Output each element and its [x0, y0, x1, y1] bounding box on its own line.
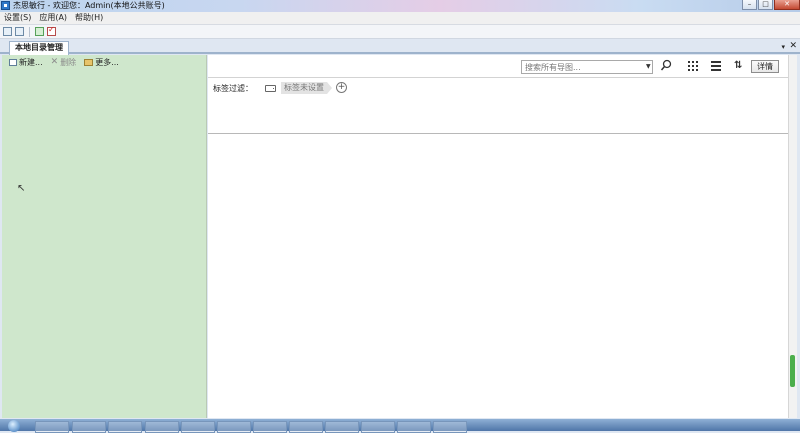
cursor-icon: ↖ — [17, 183, 26, 194]
menu-bar: 设置(S) 应用(A) 帮助(H) — [0, 12, 800, 25]
sort-icon[interactable]: ⇅ — [734, 60, 742, 71]
minimize-button[interactable]: – — [742, 0, 757, 10]
tag-filter-label: 标签过滤： — [213, 84, 253, 93]
directory-toolbar: 新建... ✕ 删除 更多... — [2, 55, 206, 69]
directory-panel: 新建... ✕ 删除 更多... ↖ — [2, 55, 207, 418]
map-list-panel: ▼ ⇅ 详情 标签过滤： 标签未设置 + — [208, 55, 788, 418]
taskbar-app-2[interactable] — [72, 421, 106, 433]
scroll-thumb[interactable] — [790, 355, 795, 387]
more-icon — [84, 58, 94, 66]
menu-apps[interactable]: 应用(A) — [35, 12, 71, 24]
toolbar-separator — [29, 26, 30, 37]
folder-icon[interactable] — [3, 27, 12, 36]
app-icon — [1, 1, 10, 10]
delete-label: 删除 — [60, 57, 77, 67]
detail-button[interactable]: 详情 — [751, 60, 779, 73]
delete-button[interactable]: ✕ 删除 — [51, 57, 77, 68]
taskbar-app-8[interactable] — [289, 421, 323, 433]
tab-bar: 本地目录管理 ▾ ✕ — [0, 40, 800, 55]
tag-filter-chip[interactable]: 标签未设置 — [281, 82, 332, 94]
menu-help[interactable]: 帮助(H) — [71, 12, 107, 24]
new-file-icon — [9, 58, 17, 66]
main-toolbar — [0, 25, 800, 39]
tag-filter-row: 标签过滤： 标签未设置 + — [208, 82, 788, 96]
maximize-button[interactable]: □ — [758, 0, 773, 10]
search-icon[interactable] — [660, 59, 672, 72]
taskbar-app-10[interactable] — [361, 421, 395, 433]
taskbar-app-11[interactable] — [397, 421, 431, 433]
export-icon[interactable] — [35, 27, 44, 36]
filter-divider — [208, 133, 788, 134]
search-dropdown-icon[interactable]: ▼ — [646, 63, 651, 70]
taskbar-app-12[interactable] — [433, 421, 467, 433]
taskbar-app-1[interactable] — [35, 421, 69, 433]
check-icon[interactable] — [47, 25, 56, 36]
taskbar-app-7[interactable] — [253, 421, 287, 433]
taskbar-app-4[interactable] — [145, 421, 179, 433]
search-input[interactable] — [521, 60, 653, 74]
vertical-scrollbar[interactable] — [788, 55, 797, 418]
new-label: 新建... — [19, 57, 43, 67]
new-button[interactable]: 新建... — [9, 57, 43, 68]
menu-settings[interactable]: 设置(S) — [0, 12, 35, 24]
tag-icon — [265, 85, 276, 92]
tab-close-icon[interactable]: ✕ — [789, 40, 797, 53]
delete-icon: ✕ — [50, 57, 59, 67]
more-label: 更多... — [95, 57, 119, 67]
window-title: 杰思敏行 - 欢迎您：Admin(本地公共账号) — [13, 1, 165, 10]
taskbar-app-9[interactable] — [325, 421, 359, 433]
tab-local-directory[interactable]: 本地目录管理 — [9, 41, 69, 55]
image-icon[interactable] — [15, 27, 24, 36]
taskbar-app-3[interactable] — [108, 421, 142, 433]
taskbar — [0, 419, 800, 433]
tab-dropdown-icon[interactable]: ▾ — [781, 41, 785, 53]
window-controls: – □ ✕ — [742, 0, 800, 11]
add-tag-icon[interactable]: + — [336, 82, 347, 93]
grid-view-icon[interactable] — [688, 61, 698, 71]
title-bar: 杰思敏行 - 欢迎您：Admin(本地公共账号) – □ ✕ — [0, 0, 800, 12]
close-window-button[interactable]: ✕ — [774, 0, 800, 10]
list-view-icon[interactable] — [711, 61, 721, 71]
map-list-toolbar: ▼ ⇅ 详情 — [208, 55, 788, 78]
taskbar-app-5[interactable] — [181, 421, 215, 433]
taskbar-app-6[interactable] — [217, 421, 251, 433]
more-button[interactable]: 更多... — [84, 57, 119, 68]
start-icon[interactable] — [8, 420, 20, 432]
